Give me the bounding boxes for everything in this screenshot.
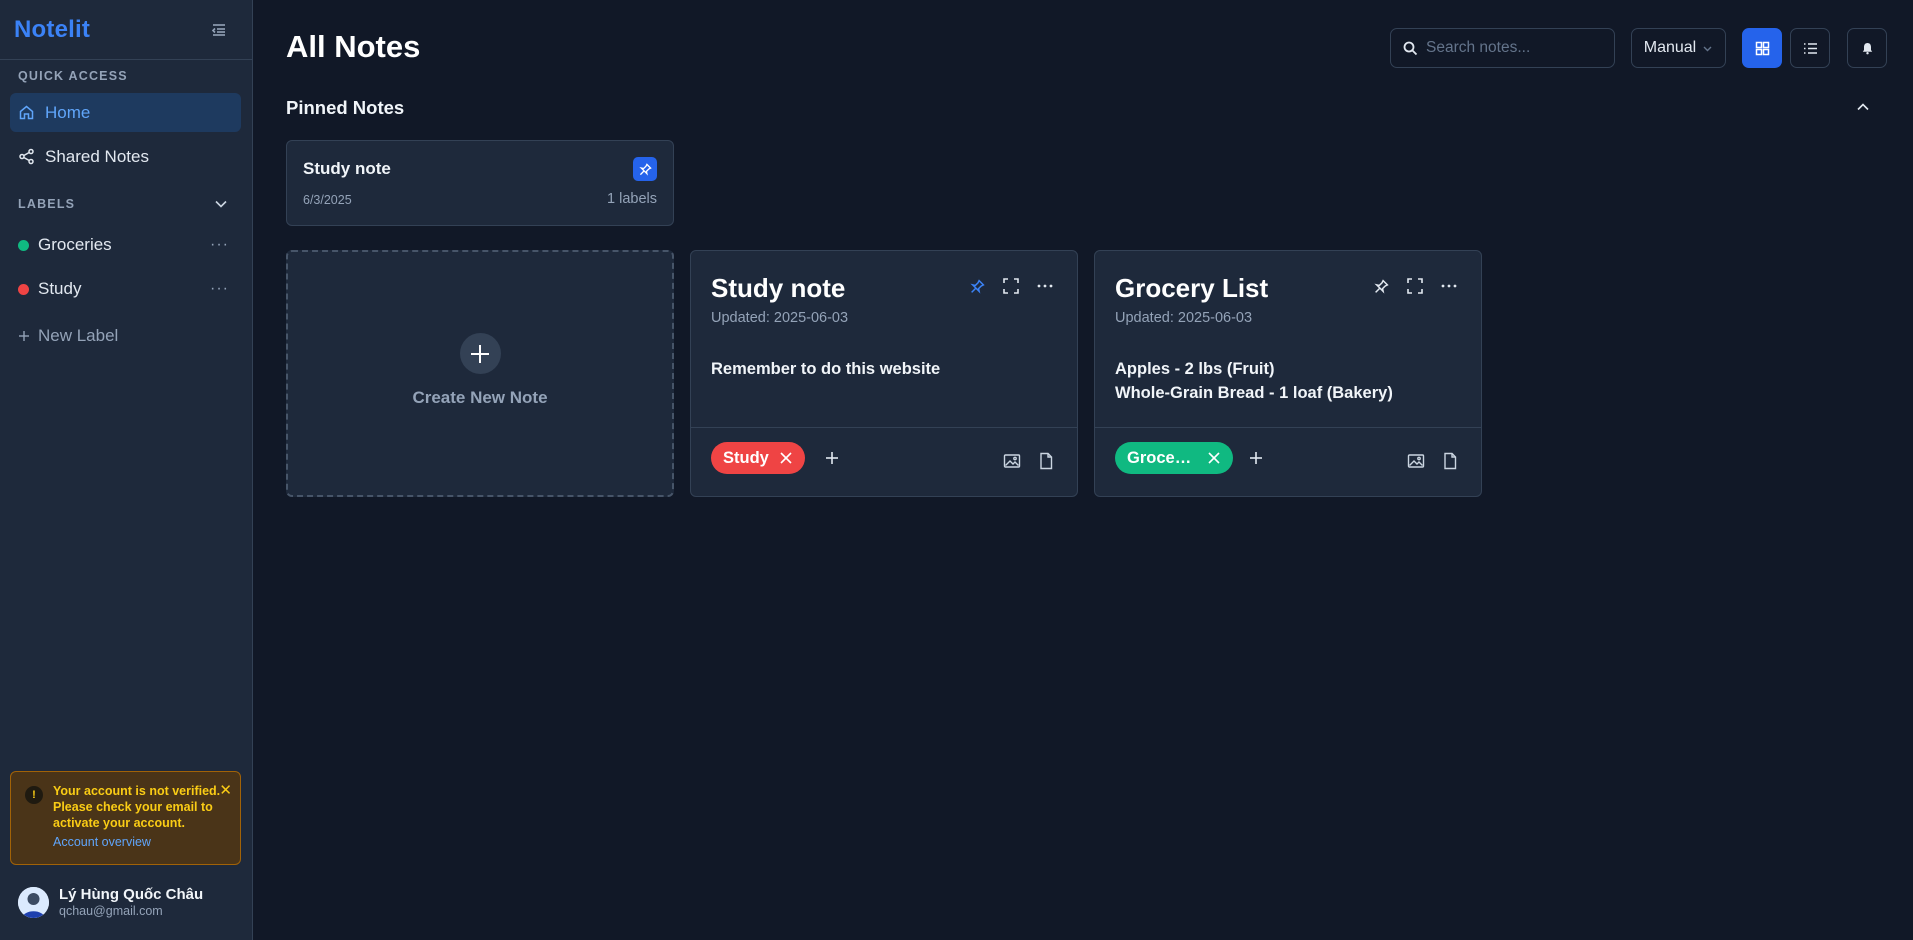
sidebar-item-label: Shared Notes: [45, 146, 149, 166]
create-note-card[interactable]: Create New Note: [286, 250, 674, 497]
note-attachments: [1407, 452, 1459, 470]
avatar: [18, 886, 49, 918]
image-icon[interactable]: [1003, 452, 1021, 470]
note-body: Remember to do this website: [711, 357, 940, 381]
account-overview-link[interactable]: Account overview: [53, 835, 151, 849]
add-label-icon[interactable]: [1248, 450, 1264, 466]
label-name: Groceries: [38, 235, 112, 254]
page-title: All Notes: [286, 29, 421, 64]
sidebar-header: Notelit: [0, 0, 252, 60]
expand-icon[interactable]: [1405, 276, 1425, 296]
chevron-down-icon[interactable]: [213, 196, 229, 212]
note-title: Study note: [711, 273, 846, 303]
note-line: Remember to do this website: [711, 360, 941, 378]
file-icon[interactable]: [1441, 452, 1459, 470]
user-email: qchau@gmail.com: [59, 904, 163, 918]
note-footer: Study: [691, 427, 1077, 497]
note-card[interactable]: Grocery List Updated: 2025-06-03 Apples …: [1094, 250, 1482, 497]
note-title: Grocery List: [1115, 273, 1269, 303]
home-icon: [18, 104, 35, 121]
app-logo[interactable]: Notelit: [14, 16, 90, 44]
tag-label: Study: [723, 448, 769, 467]
collapse-sidebar-icon[interactable]: [210, 21, 228, 39]
more-options-icon[interactable]: ···: [210, 280, 229, 298]
alert-message: Your account is not verified. Please che…: [53, 784, 221, 830]
sidebar-label-groceries[interactable]: Groceries ···: [10, 228, 241, 262]
label-tag[interactable]: Study: [711, 442, 805, 474]
search-input[interactable]: [1426, 39, 1606, 57]
search-box[interactable]: [1390, 28, 1615, 68]
sidebar-label-study[interactable]: Study ···: [10, 272, 241, 306]
new-label-text: New Label: [38, 326, 119, 345]
note-updated: Updated: 2025-06-03: [711, 310, 849, 326]
user-profile[interactable]: Lý Hùng Quốc Châu qchau@gmail.com: [18, 886, 203, 918]
labels-title: LABELS: [18, 197, 76, 211]
tag-label: Groceri…: [1127, 448, 1197, 467]
pinned-note-card[interactable]: Study note 6/3/2025 1 labels: [286, 140, 674, 226]
image-icon[interactable]: [1407, 452, 1425, 470]
pin-icon[interactable]: [633, 157, 657, 181]
quick-access-title: QUICK ACCESS: [18, 69, 128, 83]
notifications-button[interactable]: [1847, 28, 1887, 68]
label-color-dot: [18, 283, 29, 295]
verification-alert: ! Your account is not verified. Please c…: [10, 771, 241, 865]
note-footer: Groceri…: [1095, 427, 1481, 497]
pin-icon[interactable]: [967, 276, 987, 296]
note-actions: [1371, 276, 1459, 296]
add-label-icon[interactable]: [824, 450, 840, 466]
chevron-down-icon: [1702, 43, 1713, 54]
note-updated: Updated: 2025-06-03: [1115, 310, 1253, 326]
create-note-label: Create New Note: [412, 388, 548, 407]
pinned-note-label-count: 1 labels: [607, 191, 657, 207]
pinned-note-title: Study note: [303, 159, 391, 178]
close-icon[interactable]: ✕: [219, 781, 232, 799]
user-name: Lý Hùng Quốc Châu: [59, 886, 204, 903]
new-label-button[interactable]: New Label: [18, 326, 118, 346]
note-line: Whole-Grain Bread - 1 loaf (Bakery): [1115, 384, 1393, 402]
expand-icon[interactable]: [1001, 276, 1021, 296]
sidebar: Notelit QUICK ACCESS Home Shared Notes L…: [0, 0, 253, 940]
note-body: Apples - 2 lbs (Fruit) Whole-Grain Bread…: [1115, 357, 1393, 405]
more-options-icon[interactable]: ···: [210, 236, 229, 254]
note-attachments: [1003, 452, 1055, 470]
plus-icon: [18, 330, 30, 342]
note-card[interactable]: Study note Updated: 2025-06-03 Remember …: [690, 250, 1078, 497]
grid-view-button[interactable]: [1742, 28, 1782, 68]
plus-icon: [459, 333, 501, 374]
search-icon: [1403, 41, 1418, 56]
chevron-up-icon[interactable]: [1855, 99, 1871, 115]
label-tag[interactable]: Groceri…: [1115, 442, 1233, 474]
sidebar-item-label: Home: [45, 102, 91, 122]
pin-icon[interactable]: [1371, 276, 1391, 296]
sort-dropdown[interactable]: Manual: [1631, 28, 1726, 68]
note-line: Apples - 2 lbs (Fruit): [1115, 360, 1275, 378]
bell-icon: [1861, 42, 1874, 55]
sort-value: Manual: [1643, 39, 1697, 56]
share-icon: [18, 148, 35, 165]
pinned-note-date: 6/3/2025: [303, 193, 352, 207]
remove-tag-icon[interactable]: [1207, 451, 1221, 465]
file-icon[interactable]: [1037, 452, 1055, 470]
more-options-icon[interactable]: [1035, 276, 1055, 296]
labels-header: LABELS: [0, 196, 253, 212]
list-icon: [1803, 41, 1818, 56]
note-actions: [967, 276, 1055, 296]
pinned-section-title: Pinned Notes: [286, 97, 405, 118]
sidebar-item-shared-notes[interactable]: Shared Notes: [10, 137, 241, 176]
grid-icon: [1755, 41, 1770, 56]
list-view-button[interactable]: [1790, 28, 1830, 68]
remove-tag-icon[interactable]: [779, 451, 793, 465]
label-name: Study: [38, 279, 82, 298]
warning-icon: !: [25, 786, 43, 804]
label-color-dot: [18, 239, 29, 251]
more-options-icon[interactable]: [1439, 276, 1459, 296]
sidebar-item-home[interactable]: Home: [10, 93, 241, 132]
